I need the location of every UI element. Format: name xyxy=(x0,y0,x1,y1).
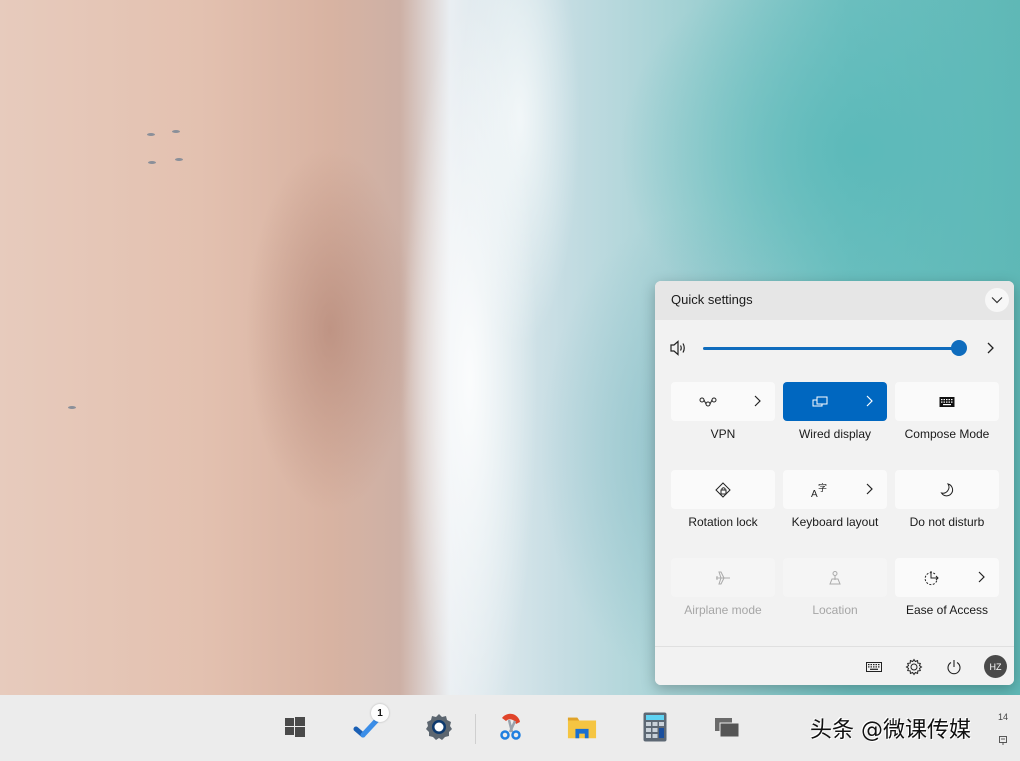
quick-settings-header: Quick settings xyxy=(655,281,1014,320)
language-icon: A字 xyxy=(810,480,830,500)
tile-location[interactable] xyxy=(783,558,887,597)
bird xyxy=(175,158,183,161)
moon-icon xyxy=(937,480,957,500)
svg-text:A: A xyxy=(811,489,818,498)
bird xyxy=(148,161,156,164)
rotation-lock-icon xyxy=(713,480,733,500)
tile-label: Do not disturb xyxy=(909,515,985,529)
chevron-right-icon[interactable] xyxy=(865,392,875,410)
chevron-right-icon[interactable] xyxy=(865,480,875,498)
notification-badge: 1 xyxy=(371,704,389,722)
tile-keyboard-layout[interactable]: A字 xyxy=(783,470,887,509)
bird xyxy=(172,130,180,133)
tile-rotation-lock[interactable] xyxy=(671,470,775,509)
panel-title: Quick settings xyxy=(671,292,753,307)
volume-slider[interactable] xyxy=(703,347,959,350)
svg-text:字: 字 xyxy=(818,482,827,494)
tile-label: Compose Mode xyxy=(904,427,990,441)
folder-icon[interactable] xyxy=(567,712,597,742)
collapse-button[interactable] xyxy=(985,288,1009,312)
tile-ease-of-access[interactable] xyxy=(895,558,999,597)
quick-settings-footer: HZ xyxy=(655,646,1014,685)
speaker-icon[interactable] xyxy=(669,339,689,357)
calculator-icon[interactable] xyxy=(640,712,670,742)
clock-text[interactable]: 14 xyxy=(998,712,1008,722)
tile-airplane-mode[interactable] xyxy=(671,558,775,597)
power-icon[interactable] xyxy=(944,657,964,677)
tile-label: Keyboard layout xyxy=(791,515,879,529)
accessibility-icon xyxy=(922,568,942,588)
tile-label: Location xyxy=(812,603,858,617)
chevron-right-icon[interactable] xyxy=(977,568,987,586)
notification-icon[interactable] xyxy=(999,736,1007,746)
bird xyxy=(147,133,155,136)
user-avatar[interactable]: HZ xyxy=(984,655,1007,678)
watermark-text: 头条 @微课传媒 xyxy=(810,718,971,743)
quick-settings-panel: Quick settings VPN Wired display Compose… xyxy=(655,281,1014,685)
keyboard-icon[interactable] xyxy=(864,657,884,677)
airplane-icon xyxy=(713,568,733,588)
vpn-icon xyxy=(698,392,718,412)
tile-compose-mode[interactable] xyxy=(895,382,999,421)
tile-label: Rotation lock xyxy=(688,515,758,529)
tile-vpn[interactable] xyxy=(671,382,775,421)
windows-icon[interactable] xyxy=(280,712,310,742)
keyboard-icon xyxy=(937,392,957,412)
gear-icon[interactable] xyxy=(424,712,454,742)
tile-wired-display[interactable] xyxy=(783,382,887,421)
volume-slider-thumb[interactable] xyxy=(951,340,967,356)
tile-label: Airplane mode xyxy=(684,603,762,617)
tile-label: Ease of Access xyxy=(905,603,989,617)
location-icon xyxy=(825,568,845,588)
tile-do-not-disturb[interactable] xyxy=(895,470,999,509)
wired-display-icon xyxy=(810,392,830,412)
chevron-down-icon xyxy=(991,297,1003,304)
chevron-right-icon[interactable] xyxy=(753,392,763,410)
tile-label: Wired display xyxy=(798,427,872,441)
chevron-right-icon[interactable] xyxy=(985,339,997,357)
gear-icon[interactable] xyxy=(904,657,924,677)
scissors-icon[interactable] xyxy=(496,712,526,742)
bird xyxy=(68,406,76,409)
taskbar-separator xyxy=(475,714,476,744)
tile-label: VPN xyxy=(710,427,736,441)
task-view-icon[interactable] xyxy=(712,712,742,742)
volume-row xyxy=(655,333,1014,363)
